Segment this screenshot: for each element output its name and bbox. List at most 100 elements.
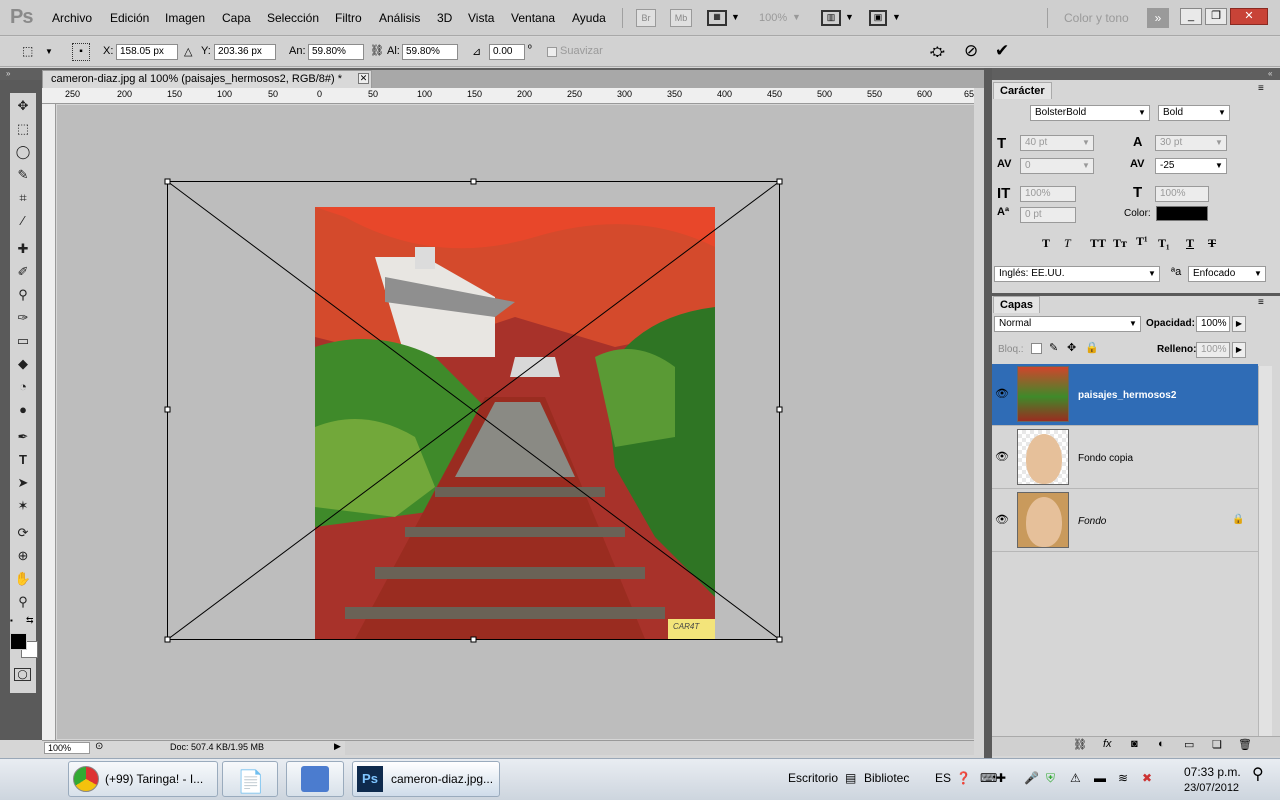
layer-name[interactable]: Fondo copia	[1078, 453, 1133, 464]
faux-italic-icon[interactable]: T	[1064, 236, 1071, 251]
all-caps-icon[interactable]: TT	[1090, 236, 1106, 251]
font-style-select[interactable]: Bold ▼	[1158, 105, 1230, 121]
status-icon[interactable]: ⊙	[95, 741, 103, 752]
clock-time[interactable]: 07:33 p.m.	[1184, 765, 1241, 779]
new-group-icon[interactable]: ▭	[1184, 738, 1194, 751]
font-size-value: 40 pt	[1025, 137, 1048, 148]
opacity-field[interactable]: 100%	[1196, 316, 1230, 332]
trash-icon[interactable]: 🗑	[1238, 738, 1252, 751]
panel-menu-icon[interactable]: ≡	[1258, 297, 1264, 308]
blend-mode-select[interactable]: Normal ▼	[994, 316, 1141, 332]
mic-icon[interactable]: 🎤	[1024, 771, 1039, 785]
text-color-swatch[interactable]	[1156, 206, 1208, 221]
language-select[interactable]: Inglés: EE.UU. ▼	[994, 266, 1160, 282]
tracking-icon: AV	[1130, 158, 1145, 170]
chevron-down-icon: ▼	[1215, 161, 1223, 170]
chevron-down-icon: ▼	[1082, 161, 1090, 170]
antialias-select[interactable]: Enfocado ▼	[1188, 266, 1266, 282]
desktop-toolbar[interactable]: Escritorio	[788, 771, 838, 785]
leading-select[interactable]: 30 pt ▼	[1155, 135, 1227, 151]
underline-icon[interactable]: T	[1186, 236, 1194, 251]
small-caps-icon[interactable]: Tт	[1113, 236, 1127, 251]
font-family-value: BolsterBold	[1035, 107, 1087, 118]
language-indicator[interactable]: ES	[935, 771, 951, 785]
help-icon[interactable]: ❓	[956, 771, 971, 785]
layer-mask-icon[interactable]: ◙	[1131, 738, 1138, 750]
photoshop-icon: Ps	[357, 766, 383, 792]
layer-style-icon[interactable]: fx	[1103, 738, 1112, 750]
task-chrome[interactable]: (+99) Taringa! - I...	[68, 761, 218, 797]
task-finder[interactable]	[286, 761, 344, 797]
antialias-value: Enfocado	[1193, 268, 1236, 279]
lock-pixels-icon[interactable]: ✎	[1049, 341, 1058, 354]
font-size-icon: T	[997, 135, 1007, 152]
leading-icon: A	[1133, 134, 1143, 149]
chevron-right-icon[interactable]: ▶	[1232, 342, 1246, 358]
task-photoshop[interactable]: Ps cameron-diaz.jpg...	[352, 761, 500, 797]
eye-icon[interactable]: 👁	[992, 450, 1012, 463]
superscript-icon[interactable]: T¹	[1136, 234, 1148, 249]
plus-icon[interactable]: ✚	[996, 771, 1006, 785]
link-layers-icon[interactable]: ⛓	[1073, 738, 1087, 751]
chrome-icon	[73, 766, 99, 792]
wifi-icon[interactable]: ≋	[1118, 771, 1128, 785]
zoom-field[interactable]: 100%	[44, 742, 90, 754]
horizontal-scrollbar[interactable]	[345, 741, 974, 755]
antivirus-icon[interactable]: ⚠	[1070, 771, 1081, 785]
doc-info: Doc: 507.4 KB/1.95 MB	[170, 742, 265, 752]
tab-layers[interactable]: Capas	[993, 296, 1041, 313]
search-icon[interactable]: ⚲	[1252, 764, 1264, 784]
baseline-shift-icon: Aª	[997, 206, 1010, 218]
horizontal-scale-icon: T	[1133, 184, 1143, 201]
language-value: Inglés: EE.UU.	[999, 268, 1065, 279]
panel-divider	[984, 68, 992, 758]
library-toolbar[interactable]: Bibliotec	[864, 771, 909, 785]
chevron-down-icon: ▼	[1218, 108, 1226, 117]
security-icon[interactable]: ⛨	[1046, 771, 1055, 786]
tab-character[interactable]: Carácter	[993, 82, 1052, 99]
library-icon[interactable]: ▤	[845, 771, 856, 785]
subscript-icon[interactable]: T₁	[1158, 236, 1170, 251]
vertical-scale-field[interactable]: 100%	[1020, 186, 1076, 202]
font-style-value: Bold	[1163, 107, 1184, 118]
layer-name[interactable]: Fondo	[1078, 516, 1106, 527]
eye-icon[interactable]: 👁	[992, 387, 1012, 400]
font-size-select[interactable]: 40 pt ▼	[1020, 135, 1094, 151]
layer-thumbnail	[1017, 492, 1069, 548]
status-menu-arrow-icon[interactable]: ▶	[334, 741, 341, 752]
vertical-scale-icon: IT	[997, 185, 1011, 202]
lock-transparency-icon[interactable]	[1031, 343, 1042, 354]
fill-field[interactable]: 100%	[1196, 342, 1230, 358]
panel-menu-icon[interactable]: ≡	[1258, 83, 1264, 94]
chevron-down-icon: ▼	[1254, 269, 1262, 278]
chevron-down-icon: ▼	[1215, 138, 1223, 147]
chevron-right-icon[interactable]: ▶	[1232, 316, 1246, 332]
notes-icon: 📄	[237, 769, 265, 794]
chevron-down-icon: ▼	[1129, 319, 1137, 328]
layers-scrollbar[interactable]	[1258, 366, 1272, 736]
baseline-shift-field[interactable]: 0 pt	[1020, 207, 1076, 223]
kerning-select[interactable]: 0 ▼	[1020, 158, 1094, 174]
task-notes[interactable]: 📄	[222, 761, 278, 797]
chevron-down-icon: ▼	[1082, 138, 1090, 147]
adjustment-layer-icon[interactable]: ◐	[1158, 738, 1165, 750]
face-icon	[1026, 434, 1062, 484]
ime-icon[interactable]: ⌨	[980, 771, 997, 785]
horizontal-scale-field[interactable]: 100%	[1155, 186, 1209, 202]
new-layer-icon[interactable]: ❏	[1212, 738, 1222, 751]
network-icon[interactable]: ▬	[1094, 771, 1106, 785]
layer-name[interactable]: paisajes_hermosos2	[1078, 390, 1176, 401]
clock-date[interactable]: 23/07/2012	[1184, 782, 1239, 794]
lock-all-icon[interactable]: 🔒	[1085, 341, 1099, 354]
blend-mode-value: Normal	[999, 318, 1032, 329]
volume-muted-icon[interactable]: ✖	[1142, 771, 1152, 785]
eye-icon[interactable]: 👁	[992, 513, 1012, 526]
lock-position-icon[interactable]: ✥	[1067, 341, 1076, 354]
tracking-select[interactable]: -25 ▼	[1155, 158, 1227, 174]
lock-label: Bloq.:	[998, 344, 1024, 355]
finder-icon	[301, 766, 329, 792]
faux-bold-icon[interactable]: T	[1042, 236, 1050, 251]
font-family-select[interactable]: BolsterBold ▼	[1030, 105, 1150, 121]
strikethrough-icon[interactable]: T	[1208, 236, 1216, 251]
face-icon	[1026, 497, 1062, 547]
